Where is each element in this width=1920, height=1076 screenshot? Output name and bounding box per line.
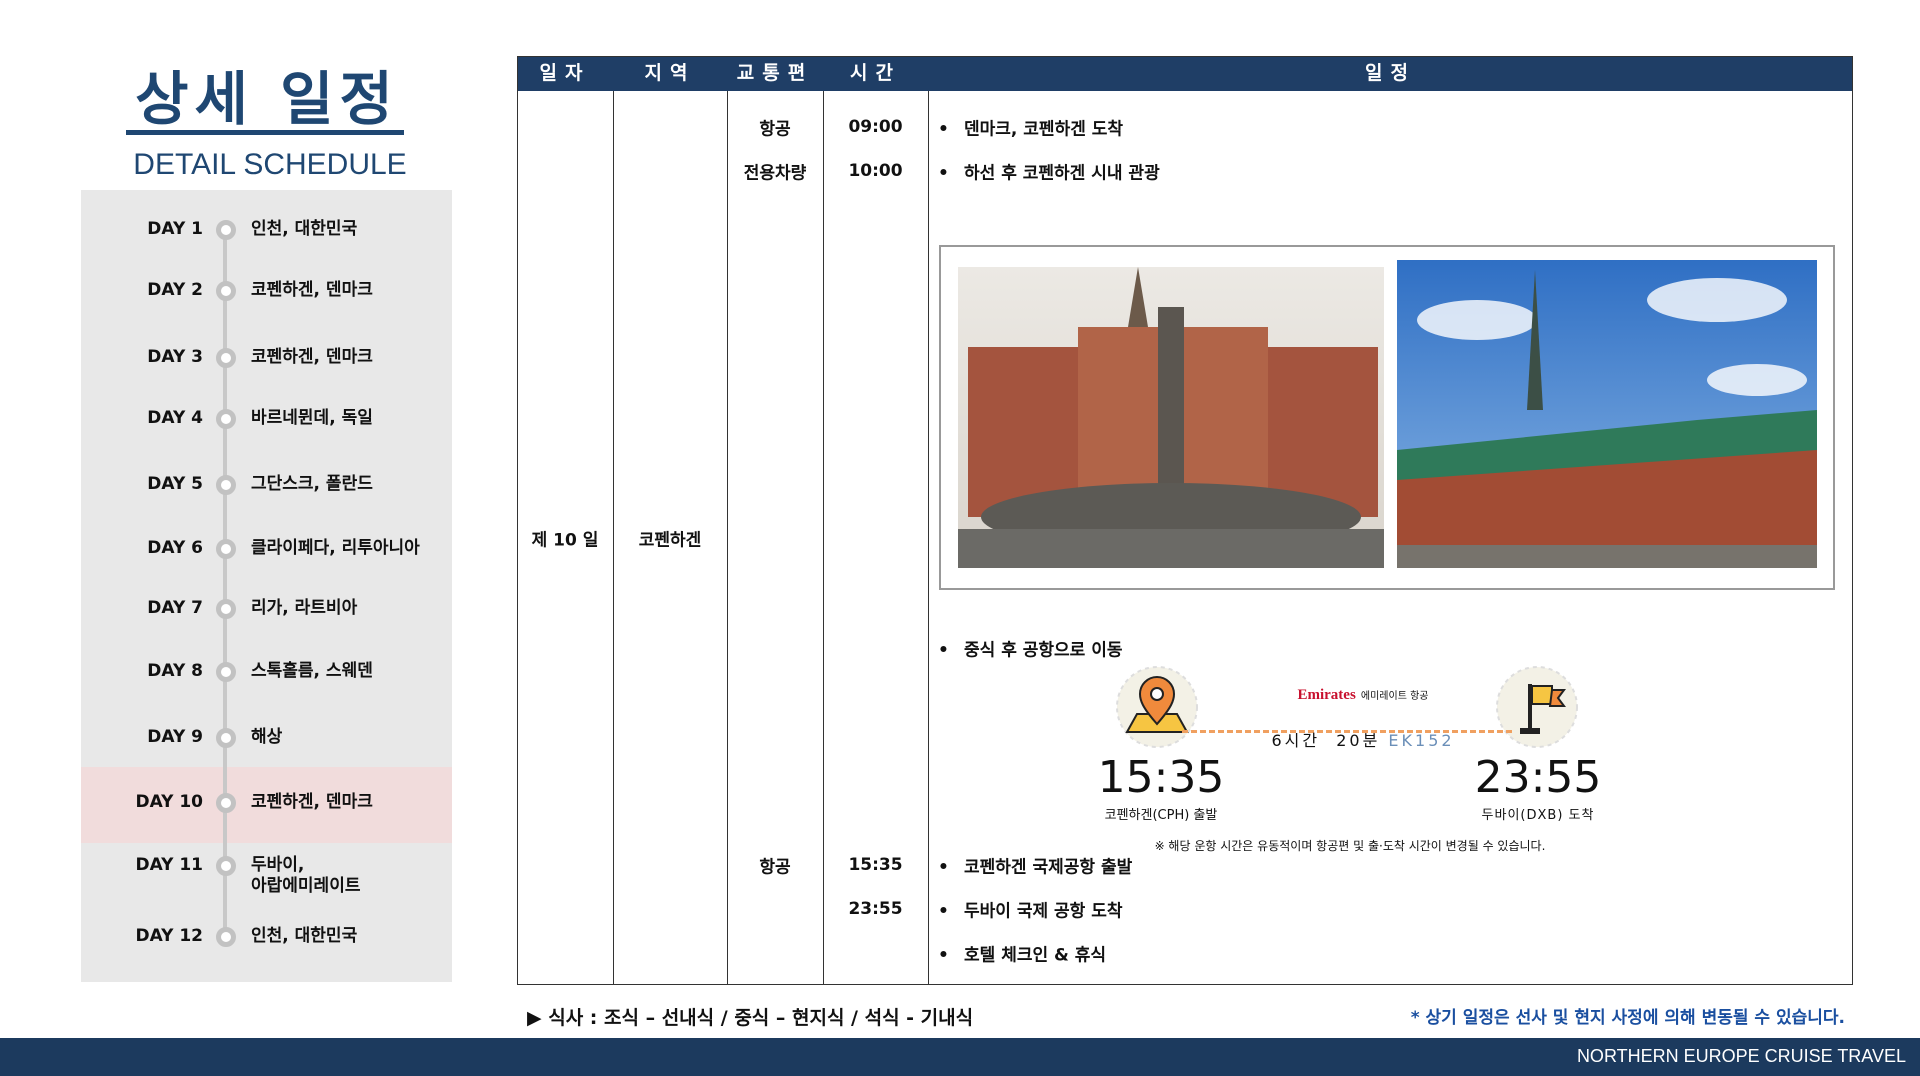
timeline-dot-icon <box>216 728 236 748</box>
day-place: 스톡홀름, 스웨덴 <box>251 661 373 681</box>
day-place: 두바이, 아랍에미레이트 <box>251 855 361 896</box>
day-place: 코펜하겐, 덴마크 <box>251 792 373 812</box>
arrival-time: 23:55 <box>1474 752 1602 803</box>
col-header-date: 일자 <box>539 62 591 84</box>
departure-label: 코펜하겐(CPH) 출발 <box>1104 808 1218 823</box>
day-place: 해상 <box>251 727 283 747</box>
day-label: DAY 10 <box>135 792 203 812</box>
time-cell: 10:00 <box>848 161 903 181</box>
divider <box>823 91 824 985</box>
day-place: 바르네뮌데, 독일 <box>251 408 373 428</box>
page-subtitle: DETAIL SCHEDULE <box>133 148 407 181</box>
day-place: 그단스크, 폴란드 <box>251 474 373 494</box>
schedule-item: • 호텔 체크인 & 휴식 <box>938 945 1107 966</box>
transport-cell: 전용차량 <box>743 163 807 184</box>
timeline-dot-icon <box>216 539 236 559</box>
day-place: 리가, 라트비아 <box>251 598 358 618</box>
day-place: 코펜하겐, 덴마크 <box>251 280 373 300</box>
airline-name: 에미레이트 항공 <box>1360 691 1429 702</box>
day-label: DAY 6 <box>147 538 203 558</box>
timeline-dot-icon <box>216 599 236 619</box>
flight-duration: 6시간 20분 <box>1271 731 1381 750</box>
timeline-dot-icon <box>216 662 236 682</box>
photo-castle-fountain <box>958 267 1384 568</box>
schedule-item: • 중식 후 공항으로 이동 <box>938 640 1123 661</box>
schedule-item: • 두바이 국제 공항 도착 <box>938 901 1123 922</box>
timeline-dot-icon <box>216 927 236 947</box>
day-label: DAY 3 <box>147 347 203 367</box>
time-cell: 15:35 <box>848 855 903 875</box>
day-place: 인천, 대한민국 <box>251 219 358 239</box>
day-label: DAY 11 <box>135 855 203 875</box>
arrival-flag-icon <box>1496 666 1578 748</box>
timeline-dot-icon <box>216 220 236 240</box>
footer-brand: NORTHERN EUROPE CRUISE TRAVEL <box>1576 1046 1906 1066</box>
transport-cell: 항공 <box>759 119 791 140</box>
arrival-label: 두바이(DXB) 도착 <box>1481 808 1595 823</box>
schedule-item: • 덴마크, 코펜하겐 도착 <box>938 119 1124 140</box>
timeline-dot-icon <box>216 856 236 876</box>
schedule-item: • 하선 후 코펜하겐 시내 관광 <box>938 163 1160 184</box>
region-cell: 코펜하겐 <box>638 530 702 551</box>
divider <box>727 91 728 985</box>
day-label: DAY 5 <box>147 474 203 494</box>
day-cell: 제 10 일 <box>531 530 599 551</box>
photo-borsen-building <box>1397 260 1817 568</box>
day-label: DAY 9 <box>147 727 203 747</box>
divider <box>928 91 929 985</box>
time-cell: 09:00 <box>848 117 903 137</box>
day-label: DAY 8 <box>147 661 203 681</box>
timeline-dot-icon <box>216 348 236 368</box>
col-header-transport: 교통편 <box>736 62 814 84</box>
schedule-notice: * 상기 일정은 선사 및 현지 사정에 의해 변동될 수 있습니다. <box>1410 1008 1845 1028</box>
flight-note: ※ 해당 운항 시간은 유동적이며 항공편 및 출·도착 시간이 변경될 수 있… <box>1154 839 1546 853</box>
day-label: DAY 4 <box>147 408 203 428</box>
schedule-item: • 코펜하겐 국제공항 출발 <box>938 857 1133 878</box>
footer-bar: NORTHERN EUROPE CRUISE TRAVEL <box>0 1038 1920 1076</box>
title-underline <box>126 130 404 135</box>
day-place: 인천, 대한민국 <box>251 926 358 946</box>
meals-info: ▶ 식사 : 조식 – 선내식 / 중식 – 현지식 / 석식 - 기내식 <box>527 1007 974 1029</box>
timeline-dot-icon <box>216 281 236 301</box>
day-label: DAY 12 <box>135 926 203 946</box>
day-label: DAY 1 <box>147 219 203 239</box>
timeline-dot-icon <box>216 475 236 495</box>
flight-number: EK152 <box>1388 731 1455 750</box>
page-title: 상세 일정 <box>135 65 399 133</box>
time-cell: 23:55 <box>848 899 903 919</box>
day-place: 코펜하겐, 덴마크 <box>251 347 373 367</box>
timeline-line <box>223 230 227 937</box>
departure-pin-icon <box>1116 666 1198 748</box>
timeline-dot-icon <box>216 793 236 813</box>
day-place: 클라이페다, 리투아니아 <box>251 538 420 558</box>
timeline-dot-icon <box>216 409 236 429</box>
emirates-logo: Emirates <box>1297 687 1356 703</box>
departure-time: 15:35 <box>1097 752 1225 803</box>
col-header-region: 지역 <box>644 62 696 84</box>
day-label: DAY 7 <box>147 598 203 618</box>
day-label: DAY 2 <box>147 280 203 300</box>
col-header-schedule: 일정 <box>1365 62 1416 84</box>
col-header-time: 시간 <box>850 62 901 84</box>
transport-cell: 항공 <box>759 857 791 878</box>
